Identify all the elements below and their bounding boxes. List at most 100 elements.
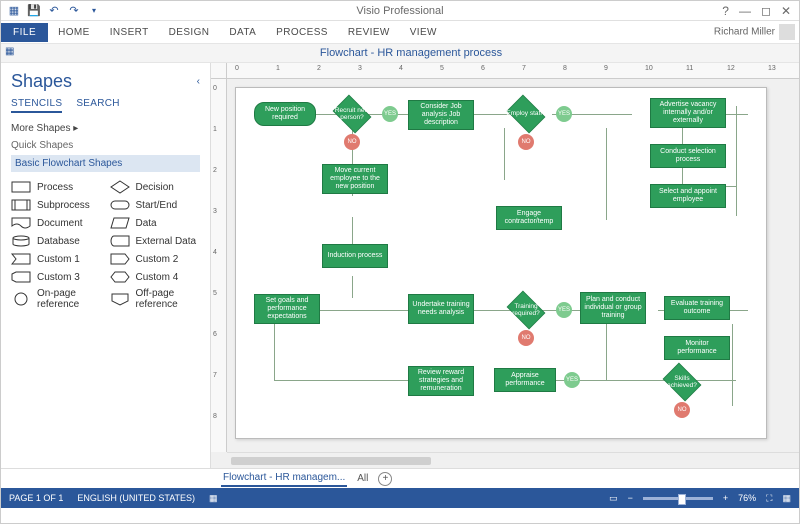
badge-yes: YES: [382, 106, 398, 122]
zoom-slider[interactable]: [643, 497, 713, 500]
quick-shapes[interactable]: Quick Shapes: [11, 140, 200, 151]
shape-database[interactable]: Database: [11, 234, 102, 248]
shapes-panel: Shapes ‹ STENCILS SEARCH More Shapes ▸ Q…: [1, 63, 211, 468]
tab-data[interactable]: DATA: [219, 23, 266, 42]
node-monitor[interactable]: Monitor performance: [664, 336, 730, 360]
more-shapes[interactable]: More Shapes ▸: [11, 123, 200, 134]
badge-no: NO: [518, 134, 534, 150]
tab-view[interactable]: VIEW: [400, 23, 447, 42]
node-conduct-selection[interactable]: Conduct selection process: [650, 144, 726, 168]
page-indicator: PAGE 1 OF 1: [9, 493, 63, 503]
save-icon[interactable]: 💾: [27, 4, 41, 18]
node-consider[interactable]: Consider Job analysis Job description: [408, 100, 474, 130]
zoom-out-icon[interactable]: −: [628, 493, 633, 503]
ruler-corner: [211, 63, 227, 79]
quick-access-toolbar: ▦ 💾 ↶ ↷ ▾: [1, 4, 101, 18]
node-select-employee[interactable]: Select and appoint employee: [650, 184, 726, 208]
shape-process[interactable]: Process: [11, 180, 102, 194]
tab-search[interactable]: SEARCH: [76, 98, 119, 113]
tab-review[interactable]: REVIEW: [338, 23, 400, 42]
shape-custom-2[interactable]: Custom 2: [110, 252, 201, 266]
tab-insert[interactable]: INSERT: [100, 23, 159, 42]
shape-external-data[interactable]: External Data: [110, 234, 201, 248]
node-recruit-decision[interactable]: Recruit new person?: [330, 98, 374, 130]
collapse-icon[interactable]: ‹: [197, 76, 200, 87]
badge-yes: YES: [564, 372, 580, 388]
node-review-reward[interactable]: Review reward strategies and remuneratio…: [408, 366, 474, 396]
help-icon[interactable]: ?: [722, 4, 729, 18]
tab-stencils[interactable]: STENCILS: [11, 98, 62, 113]
add-sheet-icon[interactable]: +: [378, 472, 392, 486]
user-name[interactable]: Richard Miller: [714, 24, 799, 40]
badge-no: NO: [674, 402, 690, 418]
ruler-vertical: 012345678: [211, 79, 227, 452]
node-move-employee[interactable]: Move current employee to the new positio…: [322, 164, 388, 194]
node-skills-decision[interactable]: Skills achieved?: [660, 366, 704, 398]
node-employ-decision[interactable]: Employ staff?: [504, 98, 548, 130]
language-indicator[interactable]: ENGLISH (UNITED STATES): [77, 493, 195, 503]
node-engage-contractor[interactable]: Engage contractor/temp: [496, 206, 562, 230]
drawing-page[interactable]: New position required Recruit new person…: [235, 87, 767, 439]
node-training-decision[interactable]: Training required?: [504, 294, 548, 326]
stencil-header[interactable]: Basic Flowchart Shapes: [11, 155, 200, 172]
shape-off-page-reference[interactable]: Off-page reference: [110, 288, 201, 310]
badge-yes: YES: [556, 302, 572, 318]
badge-no: NO: [518, 330, 534, 346]
shapes-tabs: STENCILS SEARCH: [11, 98, 200, 113]
shape-on-page-reference[interactable]: On-page reference: [11, 288, 102, 310]
shape-subprocess[interactable]: Subprocess: [11, 198, 102, 212]
window-controls: ? — ◻ ✕: [722, 4, 799, 18]
zoom-in-icon[interactable]: +: [723, 493, 728, 503]
document-tabbar: ▦ Flowchart - HR management process: [1, 43, 799, 63]
shape-decision[interactable]: Decision: [110, 180, 201, 194]
macro-icon[interactable]: ▦: [209, 493, 218, 504]
redo-icon[interactable]: ↷: [67, 4, 81, 18]
tab-process[interactable]: PROCESS: [266, 23, 338, 42]
document-title: Flowchart - HR management process: [23, 47, 799, 59]
app-title: Visio Professional: [356, 5, 443, 17]
sheet-tabs: Flowchart - HR managem... All +: [1, 468, 799, 488]
ruler-horizontal: 012345678910111213: [227, 63, 799, 79]
shape-custom-4[interactable]: Custom 4: [110, 270, 201, 284]
undo-icon[interactable]: ↶: [47, 4, 61, 18]
node-appraise[interactable]: Appraise performance: [494, 368, 556, 392]
canvas-area[interactable]: 012345678910111213 012345678: [211, 63, 799, 468]
node-new-position[interactable]: New position required: [254, 102, 316, 126]
sheet-tab-all[interactable]: All: [357, 473, 368, 484]
maximize-icon[interactable]: ◻: [761, 4, 771, 18]
node-advertise[interactable]: Advertise vacancy internally and/or exte…: [650, 98, 726, 128]
shapes-title: Shapes ‹: [11, 71, 200, 92]
shape-data[interactable]: Data: [110, 216, 201, 230]
node-induction[interactable]: Induction process: [322, 244, 388, 268]
close-icon[interactable]: ✕: [781, 4, 791, 18]
titlebar: ▦ 💾 ↶ ↷ ▾ Visio Professional ? — ◻ ✕: [1, 1, 799, 21]
minimize-icon[interactable]: —: [739, 4, 751, 18]
node-evaluate-outcome[interactable]: Evaluate training outcome: [664, 296, 730, 320]
chevron-right-icon: ▸: [73, 123, 78, 134]
node-plan-training[interactable]: Plan and conduct individual or group tra…: [580, 292, 646, 324]
app-icon: ▦: [7, 4, 21, 18]
workspace: Shapes ‹ STENCILS SEARCH More Shapes ▸ Q…: [1, 63, 799, 468]
presentation-icon[interactable]: ▭: [609, 493, 618, 504]
badge-no: NO: [344, 134, 360, 150]
fit-window-icon[interactable]: ⛶: [766, 493, 772, 504]
qat-dropdown-icon[interactable]: ▾: [87, 4, 101, 18]
shape-document[interactable]: Document: [11, 216, 102, 230]
avatar[interactable]: [779, 24, 795, 40]
scrollbar-horizontal[interactable]: [227, 452, 799, 468]
node-training-needs[interactable]: Undertake training needs analysis: [408, 294, 474, 324]
shape-custom-3[interactable]: Custom 3: [11, 270, 102, 284]
file-tab[interactable]: FILE: [1, 23, 48, 42]
shape-custom-1[interactable]: Custom 1: [11, 252, 102, 266]
shapes-grid: Process Decision Subprocess Start/End Docume…: [11, 180, 200, 310]
zoom-level[interactable]: 76%: [738, 493, 756, 503]
badge-yes: YES: [556, 106, 572, 122]
tab-home[interactable]: HOME: [48, 23, 100, 42]
shape-start-end[interactable]: Start/End: [110, 198, 201, 212]
ribbon: FILE HOME INSERT DESIGN DATA PROCESS REV…: [1, 21, 799, 43]
pan-zoom-icon[interactable]: ▦: [782, 493, 791, 504]
tab-design[interactable]: DESIGN: [159, 23, 220, 42]
sheet-tab-active[interactable]: Flowchart - HR managem...: [221, 470, 347, 487]
doc-icon[interactable]: ▦: [5, 46, 19, 60]
node-set-goals[interactable]: Set goals and performance expectations: [254, 294, 320, 324]
